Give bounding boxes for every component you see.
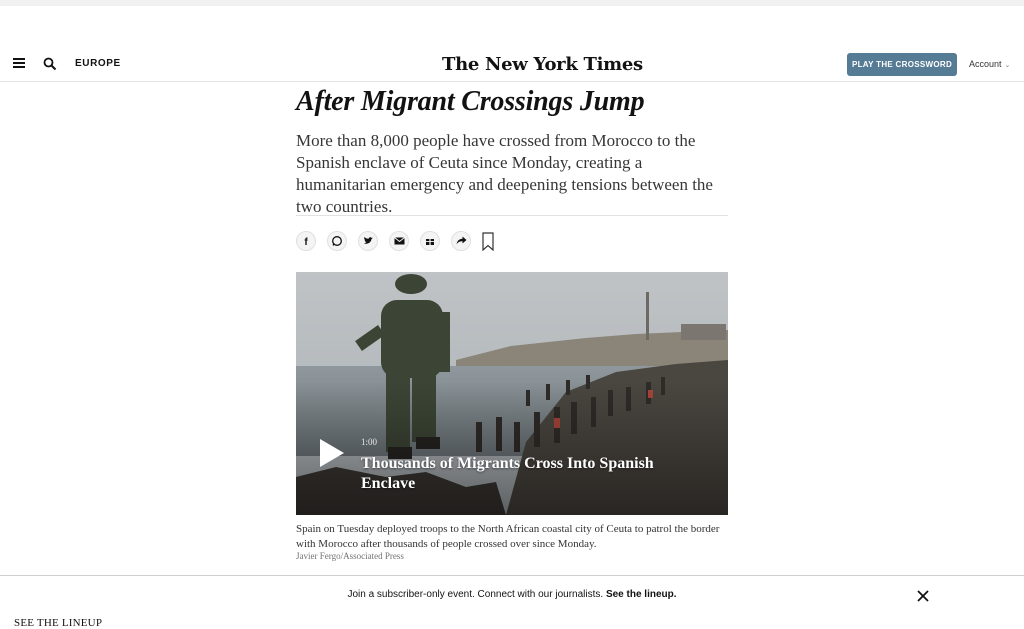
play-icon[interactable] [318, 438, 346, 468]
video-title[interactable]: Thousands of Migrants Cross Into Spanish… [361, 454, 681, 494]
video-player[interactable]: 1:00 Thousands of Migrants Cross Into Sp… [296, 272, 728, 515]
divider [296, 215, 728, 216]
bookmark-icon[interactable] [482, 232, 494, 251]
site-header: EUROPE The New York Times PLAY THE CROSS… [0, 44, 1024, 82]
media-caption: Spain on Tuesday deployed troops to the … [296, 523, 720, 550]
account-menu[interactable]: Account ⌄ [969, 59, 1010, 69]
see-lineup-cta[interactable]: SEE THE LINEUP [14, 617, 102, 629]
video-duration: 1:00 [361, 437, 378, 447]
twitter-icon[interactable] [358, 231, 378, 251]
share-icon[interactable] [451, 231, 471, 251]
nyt-logo[interactable]: The New York Times [442, 54, 643, 75]
close-icon[interactable] [916, 589, 930, 603]
chevron-down-icon: ⌄ [1004, 62, 1011, 69]
account-label: Account [969, 59, 1002, 69]
hamburger-menu-icon[interactable] [13, 58, 25, 68]
article-summary: More than 8,000 people have crossed from… [296, 131, 713, 216]
gift-icon[interactable] [420, 231, 440, 251]
facebook-icon[interactable]: f [296, 231, 316, 251]
play-crossword-button[interactable]: PLAY THE CROSSWORD [847, 53, 957, 76]
banner-text: Join a subscriber-only event. Connect wi… [347, 589, 604, 600]
subscriber-event-banner: Join a subscriber-only event. Connect wi… [0, 575, 1024, 629]
banner-message: Join a subscriber-only event. Connect wi… [0, 589, 1024, 600]
whatsapp-icon[interactable] [327, 231, 347, 251]
section-label[interactable]: EUROPE [75, 58, 121, 69]
email-icon[interactable] [389, 231, 409, 251]
media-credit: Javier Fergo/Associated Press [296, 551, 404, 561]
search-icon[interactable] [43, 57, 57, 71]
article-headline: After Migrant Crossings Jump [296, 86, 645, 117]
see-lineup-link[interactable]: See the lineup. [606, 589, 677, 600]
browser-top-strip [0, 0, 1024, 6]
